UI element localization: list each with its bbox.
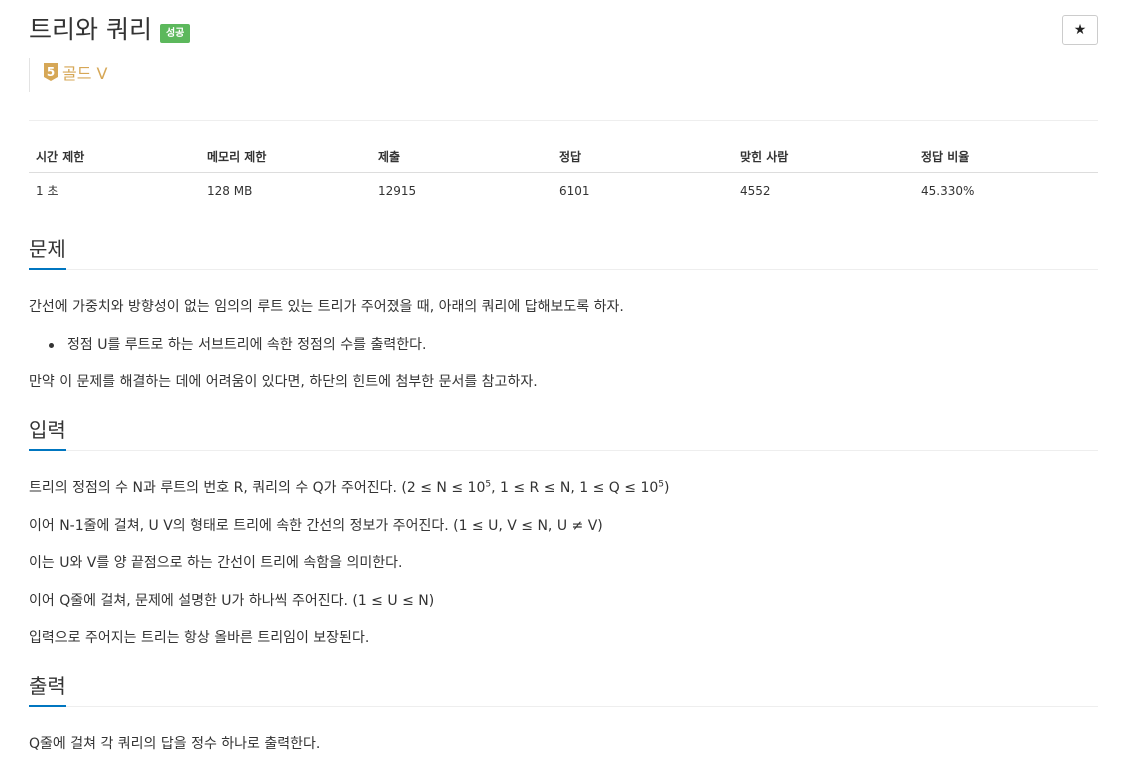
problem-info-table: 시간 제한 메모리 제한 제출 정답 맞힌 사람 정답 비율 1 초 128 M… xyxy=(29,140,1098,207)
input-line-2: 이어 N-1줄에 걸쳐, U V의 형태로 트리에 속한 간선의 정보가 주어진… xyxy=(29,518,603,534)
favorite-star-button[interactable]: ★ xyxy=(1062,15,1098,45)
tier-number: 5 xyxy=(47,65,55,79)
problem-section-header: 문제 xyxy=(29,236,1098,270)
problem-bullet-item: 정점 U를 루트로 하는 서브트리에 속한 정점의 수를 출력한다. xyxy=(67,337,427,353)
problem-description-1: 간선에 가중치와 방향성이 없는 임의의 루트 있는 트리가 주어졌을 때, 아… xyxy=(29,299,624,315)
output-line-1: Q줄에 걸쳐 각 쿼리의 답을 정수 하나로 출력한다. xyxy=(29,736,321,752)
accepted-header: 정답 xyxy=(552,140,733,173)
tier-text: 골드 V xyxy=(62,64,108,83)
input-line-5: 입력으로 주어지는 트리는 항상 올바른 트리임이 보장된다. xyxy=(29,630,370,646)
problem-section-rule: 문제 xyxy=(29,236,1098,270)
page-title: 트리와 쿼리 xyxy=(29,15,152,44)
header-divider xyxy=(29,120,1098,121)
solved-users-value[interactable]: 4552 xyxy=(733,173,914,208)
accepted-value[interactable]: 6101 xyxy=(552,173,733,208)
time-limit-header: 시간 제한 xyxy=(29,140,200,173)
bullet-dot xyxy=(49,343,54,348)
time-limit-value: 1 초 xyxy=(36,184,59,198)
output-section-rule: 출력 xyxy=(29,673,1098,707)
input-line-3: 이는 U와 V를 양 끝점으로 하는 간선이 트리에 속함을 의미한다. xyxy=(29,555,403,571)
input-section-title: 입력 xyxy=(29,417,66,451)
tier-gold-icon: 5 xyxy=(44,63,58,81)
accept-ratio-header: 정답 비율 xyxy=(914,140,1098,173)
input-section-header: 입력 xyxy=(29,417,1098,451)
star-icon: ★ xyxy=(1073,22,1087,38)
input-line-4: 이어 Q줄에 걸쳐, 문제에 설명한 U가 하나씩 주어진다. (1 ≤ U ≤… xyxy=(29,593,435,609)
tier-label[interactable]: 5 골드 V xyxy=(29,58,107,92)
input-line-1-suffix: ) xyxy=(664,480,670,496)
info-table-header-row: 시간 제한 메모리 제한 제출 정답 맞힌 사람 정답 비율 xyxy=(29,140,1098,173)
info-table-row: 1 초 128 MB 12915 6101 4552 45.330% xyxy=(29,173,1098,208)
memory-limit-header: 메모리 제한 xyxy=(200,140,371,173)
output-section-title: 출력 xyxy=(29,673,66,707)
status-badge: 성공 xyxy=(159,23,191,43)
input-section-rule: 입력 xyxy=(29,417,1098,451)
input-line-1-mid: , 1 ≤ R ≤ N, 1 ≤ Q ≤ 10 xyxy=(491,480,659,496)
title-row: 트리와 쿼리 성공 xyxy=(29,14,191,46)
problem-page: 트리와 쿼리 성공 ★ 5 골드 V 시간 제한 메모리 제한 제출 정답 맞힌… xyxy=(29,0,1098,752)
problem-section-title: 문제 xyxy=(29,236,66,270)
problem-header: 트리와 쿼리 성공 ★ 5 골드 V xyxy=(29,0,1098,121)
input-line-1: 트리의 정점의 수 N과 루트의 번호 R, 쿼리의 수 Q가 주어진다. (2… xyxy=(29,478,669,498)
input-line-1-prefix: 트리의 정점의 수 N과 루트의 번호 R, 쿼리의 수 Q가 주어진다. (2… xyxy=(29,480,486,496)
memory-limit-value: 128 MB xyxy=(207,183,253,198)
submissions-value[interactable]: 12915 xyxy=(371,173,552,208)
submissions-header: 제출 xyxy=(371,140,552,173)
solved-users-header: 맞힌 사람 xyxy=(733,140,914,173)
problem-description-2: 만약 이 문제를 해결하는 데에 어려움이 있다면, 하단의 힌트에 첨부한 문… xyxy=(29,374,538,390)
output-section-header: 출력 xyxy=(29,673,1098,707)
accept-ratio-value: 45.330% xyxy=(921,183,975,198)
